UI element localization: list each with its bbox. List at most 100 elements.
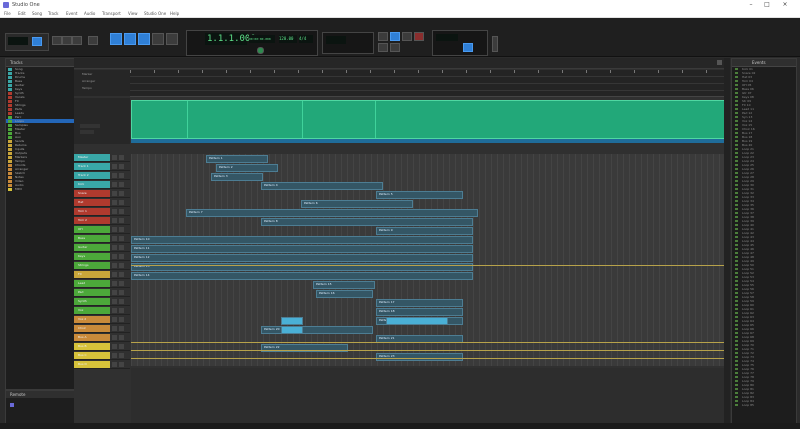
menu-track[interactable]: Track (48, 11, 58, 16)
solo-button[interactable] (119, 218, 124, 223)
solo-button[interactable] (119, 263, 124, 268)
solo-button[interactable] (119, 227, 124, 232)
track-header[interactable]: Tom 1 (74, 208, 130, 216)
track-header[interactable]: Bus A (74, 334, 130, 342)
track-header[interactable]: FX (74, 271, 130, 279)
mute-button[interactable] (112, 164, 117, 169)
menu-edit[interactable]: Edit (18, 11, 26, 16)
mute-button[interactable] (112, 290, 117, 295)
track-header[interactable]: Pad (74, 289, 130, 297)
solo-button[interactable] (119, 290, 124, 295)
bend-tool-button[interactable] (166, 33, 178, 45)
audio-event[interactable] (131, 100, 727, 139)
selected-clip[interactable] (386, 317, 448, 325)
solo-button[interactable] (119, 281, 124, 286)
solo-button[interactable] (119, 317, 124, 322)
rewind-button[interactable] (378, 32, 388, 41)
track-header[interactable]: Track 1 (74, 163, 130, 171)
edit-tool-button[interactable] (52, 36, 62, 45)
event-item[interactable]: Loop 85 (732, 403, 796, 407)
track-header[interactable]: Bus B (74, 343, 130, 351)
minimize-button[interactable]: – (744, 0, 758, 10)
midi-clip[interactable]: Pattern 14 (131, 272, 473, 280)
track-header[interactable]: Choir (74, 325, 130, 333)
metronome-button[interactable] (390, 43, 400, 52)
range-tool-button[interactable] (62, 36, 72, 45)
menu-transport[interactable]: Transport (102, 11, 121, 16)
track-header[interactable]: Bass (74, 235, 130, 243)
midi-clip[interactable]: Pattern 2 (216, 164, 278, 172)
track-header[interactable]: Master (74, 154, 130, 162)
track-header[interactable]: Strings (74, 262, 130, 270)
track-header[interactable]: Hat (74, 199, 130, 207)
marker-lane[interactable] (130, 70, 726, 77)
mute-button[interactable] (112, 155, 117, 160)
selected-clip[interactable] (281, 317, 303, 325)
menu-view[interactable]: View (128, 11, 138, 16)
track-header[interactable]: Vox (74, 307, 130, 315)
mute-button[interactable] (112, 263, 117, 268)
midi-clip[interactable]: Pattern 18 (376, 308, 463, 316)
solo-button[interactable] (119, 191, 124, 196)
midi-clip[interactable]: Pattern 16 (316, 290, 373, 298)
eraser-tool-button[interactable] (138, 33, 150, 45)
midi-clip[interactable]: Pattern 3 (211, 173, 263, 181)
mute-button[interactable] (112, 191, 117, 196)
audio-track-header[interactable] (74, 98, 130, 144)
midi-clip[interactable]: Pattern 15 (313, 281, 375, 289)
instrument-grid[interactable]: Pattern 1 Pattern 2 Pattern 3 Pattern 4 Patt… (131, 154, 726, 366)
solo-button[interactable] (119, 236, 124, 241)
mute-button[interactable] (112, 200, 117, 205)
mute-button[interactable] (112, 218, 117, 223)
track-header[interactable]: OH (74, 226, 130, 234)
midi-clip[interactable]: Pattern 11 (131, 245, 473, 253)
track-header[interactable]: Bus D (74, 361, 130, 369)
arranger-lane[interactable] (130, 77, 726, 84)
stop-button[interactable] (402, 32, 412, 41)
mute-button[interactable] (112, 227, 117, 232)
midi-clip[interactable]: Pattern 23 (376, 353, 463, 361)
solo-button[interactable] (119, 254, 124, 259)
solo-button[interactable] (119, 353, 124, 358)
solo-button[interactable] (119, 200, 124, 205)
solo-button[interactable] (119, 245, 124, 250)
mute-button[interactable] (112, 245, 117, 250)
mute-button[interactable] (112, 272, 117, 277)
maximize-button[interactable]: □ (760, 0, 774, 10)
mute-button[interactable] (112, 281, 117, 286)
solo-button[interactable] (119, 164, 124, 169)
master-fader[interactable] (492, 36, 498, 52)
track-header[interactable]: Track 2 (74, 172, 130, 180)
midi-clip[interactable]: Pattern 1 (206, 155, 268, 163)
track-header[interactable]: Bus C (74, 352, 130, 360)
mute-button[interactable] (112, 182, 117, 187)
mute-button[interactable] (112, 335, 117, 340)
menu-event[interactable]: Event (66, 11, 77, 16)
track-header[interactable]: Vox 2 (74, 316, 130, 324)
mute-button[interactable] (112, 308, 117, 313)
mute-button[interactable] (112, 299, 117, 304)
solo-button[interactable] (119, 209, 124, 214)
track-header[interactable]: Kick (74, 181, 130, 189)
mute-button[interactable] (112, 209, 117, 214)
solo-button[interactable] (119, 326, 124, 331)
tempo-lane[interactable] (130, 84, 726, 91)
track-header[interactable]: Snare (74, 190, 130, 198)
track-pan-slider[interactable] (80, 130, 94, 134)
loop-button[interactable] (378, 43, 388, 52)
arrow-tool-button[interactable] (110, 33, 122, 45)
midi-clip[interactable]: Pattern 10 (131, 236, 473, 244)
track-header[interactable]: Synth (74, 298, 130, 306)
menu-studio-one[interactable]: Studio One (144, 11, 166, 16)
midi-clip[interactable]: Pattern 20 (261, 326, 373, 334)
midi-clip[interactable]: Pattern 6 (301, 200, 413, 208)
timeline-ruler[interactable] (130, 70, 726, 97)
solo-button[interactable] (119, 155, 124, 160)
menu-file[interactable]: File (4, 11, 11, 16)
mute-button[interactable] (112, 236, 117, 241)
selection-range-bar[interactable] (131, 139, 726, 143)
vertical-scrollbar[interactable] (724, 58, 730, 424)
mode-button[interactable] (32, 37, 42, 46)
snap-button[interactable] (88, 36, 98, 45)
solo-button[interactable] (119, 362, 124, 367)
